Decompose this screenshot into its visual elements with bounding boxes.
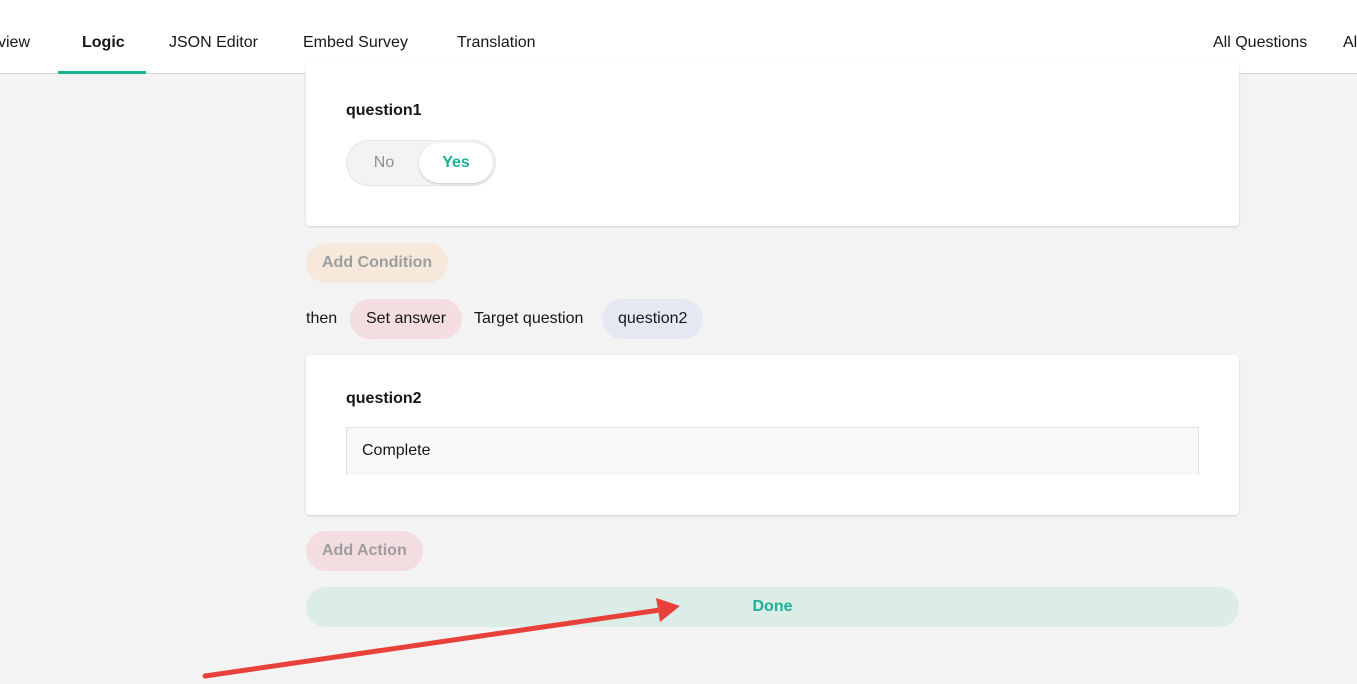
tab-logic[interactable]: Logic xyxy=(82,0,125,74)
action-type-selector[interactable]: Set answer xyxy=(350,299,463,339)
target-question-selector[interactable]: question2 xyxy=(602,299,704,339)
answer-text-input[interactable]: Complete xyxy=(346,427,1199,475)
done-button[interactable]: Done xyxy=(306,587,1239,627)
target-question-label: Target question xyxy=(474,310,584,327)
then-label: then xyxy=(306,310,338,327)
action-question-title: question2 xyxy=(346,390,422,407)
add-condition-button[interactable]: Add Condition xyxy=(306,243,449,283)
active-tab-indicator xyxy=(58,71,146,74)
yes-no-switch[interactable]: No Yes xyxy=(346,140,496,186)
switch-yes-option[interactable]: Yes xyxy=(419,143,493,183)
tab-json-editor[interactable]: JSON Editor xyxy=(169,0,258,74)
add-action-button[interactable]: Add Action xyxy=(306,531,423,571)
all-actions-filter[interactable]: Al xyxy=(1343,0,1357,74)
tab-preview[interactable]: view xyxy=(0,0,30,74)
condition-question-title: question1 xyxy=(346,102,422,119)
action-question-panel: question2 Complete xyxy=(306,355,1239,515)
condition-question-panel: question1 No Yes xyxy=(306,60,1239,226)
switch-no-option[interactable]: No xyxy=(346,140,422,186)
